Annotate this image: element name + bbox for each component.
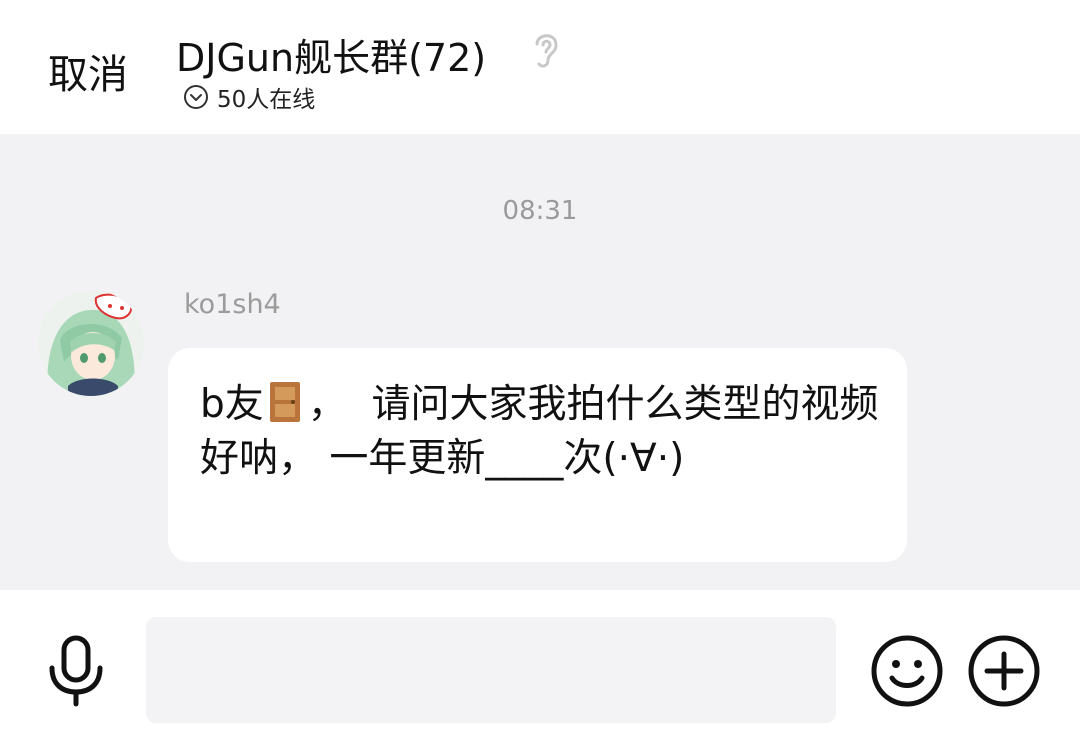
chevron-down-circle-icon [184,85,208,109]
message-text: b友， 请问大家我拍什么类型的视频好呐， 一年更新____次(·∀·) [200,378,880,486]
online-status[interactable]: 50人在线 [183,82,316,113]
online-count: 50人在线 [217,87,316,113]
sender-name[interactable]: ko1sh4 [184,289,281,320]
input-bar [0,590,1080,752]
plus-circle-icon[interactable] [967,634,1041,708]
smiley-icon[interactable] [870,634,944,708]
avatar[interactable] [38,290,144,396]
message-text-part2: ， 请问大家我拍什么类型的视频好呐， 一年更新____次(·∀·) [200,382,879,481]
chat-header: 取消 DJGun舰长群(72) 50人在线 [0,0,1080,134]
ear-icon[interactable] [528,28,562,70]
avatar-image [38,290,144,396]
message-timestamp: 08:31 [502,196,578,226]
message-bubble[interactable]: b友， 请问大家我拍什么类型的视频好呐， 一年更新____次(·∀·) [168,348,907,562]
message-input[interactable] [146,617,836,723]
group-title[interactable]: DJGun舰长群(72) [176,27,486,82]
microphone-icon[interactable] [46,634,106,708]
message-text-part1: b友 [200,382,264,427]
door-icon [269,382,300,422]
cancel-button[interactable]: 取消 [48,42,128,100]
